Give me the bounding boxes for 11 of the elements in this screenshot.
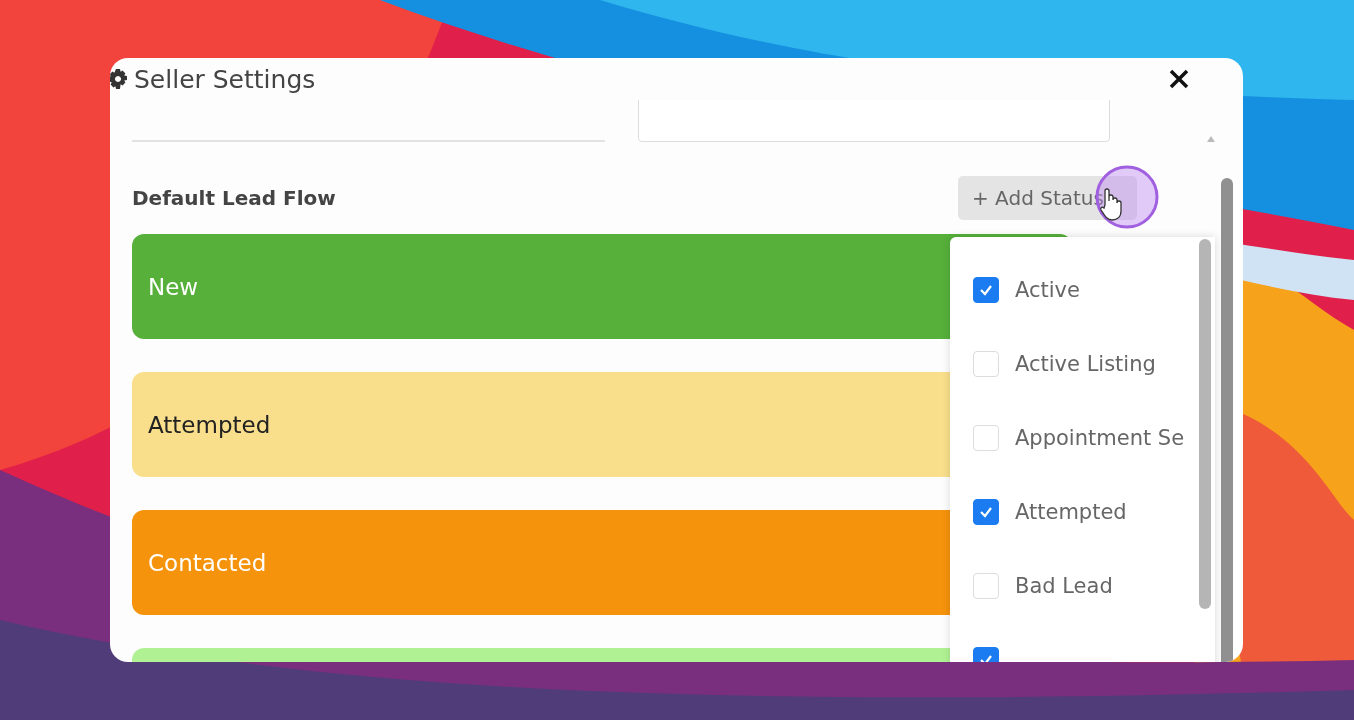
check-icon <box>979 283 993 297</box>
dialog-title: Seller Settings <box>134 64 316 94</box>
scrollbar[interactable] <box>1221 178 1233 662</box>
scrollbar[interactable] <box>1199 239 1211 609</box>
checkbox[interactable] <box>973 277 999 303</box>
settings-icon <box>110 69 128 89</box>
checkbox[interactable] <box>973 499 999 525</box>
close-button[interactable] <box>1167 67 1191 91</box>
section-heading: Default Lead Flow <box>132 186 336 210</box>
sort-dropdown[interactable] <box>638 100 1110 142</box>
check-icon <box>979 505 993 519</box>
